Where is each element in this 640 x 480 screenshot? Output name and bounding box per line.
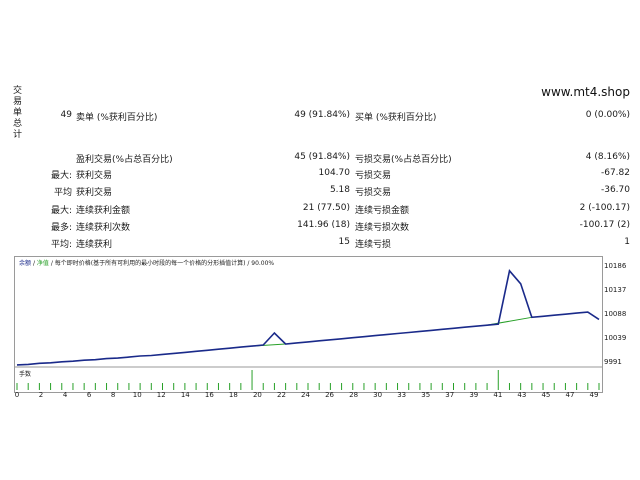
x-tick-label: 6	[86, 391, 92, 399]
x-tick-label: 22	[276, 391, 286, 399]
x-tick-label: 43	[517, 391, 527, 399]
stat-value: 15	[338, 237, 350, 247]
stat-label: 盈利交易(%占总百分比)	[76, 155, 173, 165]
x-tick-label: 33	[397, 391, 407, 399]
x-tick-label: 8	[110, 391, 116, 399]
stat-label: 亏损交易	[355, 188, 392, 198]
stat-value: 141.96 (18)	[297, 220, 350, 230]
x-tick-label: 30	[373, 391, 383, 399]
stat-value: 49 (91.84%)	[294, 110, 350, 120]
balance-chart[interactable]: 余额 / 净值 / 每个即时价格(基于所有可利用的最小时段的每一个价格的分形插值…	[14, 256, 603, 393]
stat-value: 45 (91.84%)	[294, 152, 350, 162]
x-tick-label: 47	[565, 391, 575, 399]
stat-value: 104.70	[318, 168, 351, 178]
stat-label: 连续获利金额	[76, 206, 131, 216]
x-tick-label: 49	[589, 391, 599, 399]
stat-prefix: 最大:	[50, 206, 72, 216]
x-tick-label: 0	[14, 391, 20, 399]
stat-label: 连续亏损次数	[355, 223, 410, 233]
balance-line	[16, 269, 600, 366]
stat-label: 连续亏损金额	[355, 206, 410, 216]
stat-value: 4 (8.16%)	[585, 152, 630, 162]
chart-plot	[15, 269, 602, 390]
stat-value: -36.70	[600, 185, 630, 195]
stat-value: 5.18	[329, 185, 350, 195]
stat-prefix: 平均:	[50, 240, 72, 250]
y-axis: 10186 10137 10088 10039 9991	[602, 256, 640, 366]
x-tick-label: 10	[132, 391, 142, 399]
x-tick-label: 4	[62, 391, 68, 399]
x-axis: 0 2 4 6 8 10 12 14 16 18 20 22 24 26 28 30 33 35 37 39 41 43 4…	[0, 391, 640, 403]
stat-value: 1	[624, 237, 630, 247]
stat-value: 21 (77.50)	[302, 203, 350, 213]
stat-prefix: 最大:	[50, 171, 72, 181]
stat-label: 连续获利	[76, 240, 113, 250]
x-tick-label: 16	[204, 391, 214, 399]
stat-value: 2 (-100.17)	[579, 203, 630, 213]
x-tick-label: 37	[445, 391, 455, 399]
statistics-panel: 交 易 单 总 计 www.mt4.shop 49 卖单 (%获利百分比) 49 (…	[0, 0, 640, 260]
stat-prefix: 49	[60, 110, 72, 120]
stat-label: 获利交易	[76, 188, 113, 198]
x-tick-label: 41	[493, 391, 503, 399]
x-tick-label: 39	[469, 391, 479, 399]
x-tick-label: 20	[252, 391, 262, 399]
stat-value: 0 (0.00%)	[585, 110, 630, 120]
stat-prefix: 平均	[53, 188, 72, 198]
stat-label: 卖单 (%获利百分比)	[76, 113, 158, 123]
site-watermark: www.mt4.shop	[541, 85, 630, 99]
stat-label: 连续亏损	[355, 240, 392, 250]
stat-value: -67.82	[600, 168, 630, 178]
stat-prefix: 最多:	[50, 223, 72, 233]
x-tick-label: 45	[541, 391, 551, 399]
stat-label: 买单 (%获利百分比)	[355, 113, 437, 123]
x-tick-label: 2	[38, 391, 44, 399]
y-tick-label: 10088	[604, 310, 627, 318]
x-tick-label: 24	[301, 391, 310, 399]
y-tick-label: 10186	[604, 262, 627, 270]
y-tick-label: 9991	[604, 358, 622, 366]
x-tick-label: 18	[228, 391, 238, 399]
stat-label: 连续获利次数	[76, 223, 131, 233]
y-tick-label: 10137	[604, 286, 627, 294]
y-tick-label: 10039	[604, 334, 627, 342]
x-tick-label: 12	[156, 391, 166, 399]
lots-label: 手数	[19, 371, 32, 378]
x-tick-label: 28	[349, 391, 359, 399]
stat-value: -100.17 (2)	[579, 220, 630, 230]
x-tick-label: 26	[325, 391, 334, 399]
x-tick-label: 35	[421, 391, 431, 399]
stat-label: 亏损交易(%占总百分比)	[355, 155, 452, 165]
x-tick-label: 14	[180, 391, 190, 399]
stat-label: 获利交易	[76, 171, 113, 181]
stat-label: 亏损交易	[355, 171, 392, 181]
